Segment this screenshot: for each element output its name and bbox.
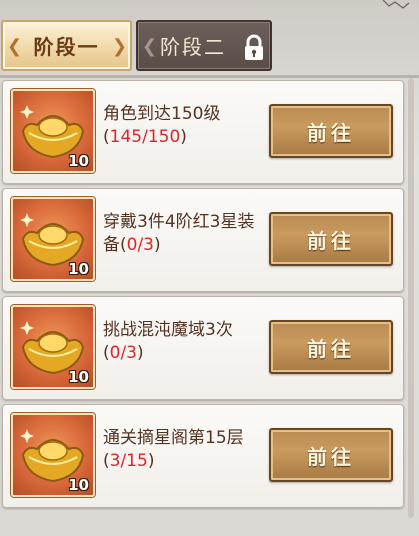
task-label: 角色到达150级 [103, 104, 221, 124]
task-card: 10 穿戴3件4阶红3星装备(0/3) 前往 [2, 188, 404, 292]
task-progress: 3/15 [109, 451, 148, 471]
task-description: 挑战混沌魔域3次 (0/3) [103, 320, 233, 363]
task-description: 角色到达150级(145/150) [103, 104, 221, 147]
task-progress: 0/3 [126, 235, 154, 255]
tab-stage-one-label: 阶段一 [33, 35, 100, 59]
task-card: 10 挑战混沌魔域3次 (0/3) 前往 [2, 296, 404, 400]
reward-item[interactable]: 10 [11, 197, 95, 281]
task-progress: 0/3 [109, 343, 137, 363]
reward-item[interactable]: 10 [11, 89, 95, 173]
lock-icon [245, 34, 263, 60]
task-label: 挑战混沌魔域3次 [103, 320, 233, 340]
go-button[interactable]: 前往 [269, 428, 393, 482]
task-card: 10 通关摘星阁第15层(3/15) 前往 [2, 404, 404, 508]
chevron-left-icon: ❮ [142, 36, 160, 57]
tab-stage-one[interactable]: ❮ 阶段一 ❯ [1, 20, 132, 71]
tab-stage-two-label: 阶段二 [160, 35, 226, 59]
tab-stage-two[interactable]: ❮ 阶段二 [136, 20, 272, 71]
reward-item[interactable]: 10 [11, 413, 95, 497]
scrollbar[interactable] [408, 78, 414, 518]
task-description: 穿戴3件4阶红3星装备(0/3) [103, 212, 255, 255]
task-card: 10 角色到达150级(145/150) 前往 [2, 80, 404, 184]
reward-count: 10 [68, 260, 89, 278]
reward-count: 10 [68, 476, 89, 494]
chevron-left-icon: ❮ [7, 36, 25, 57]
reward-item[interactable]: 10 [11, 305, 95, 389]
task-label: 通关摘星阁第15层 [103, 428, 244, 448]
go-button[interactable]: 前往 [269, 212, 393, 266]
go-button[interactable]: 前往 [269, 104, 393, 158]
chevron-right-icon: ❯ [112, 36, 130, 57]
task-description: 通关摘星阁第15层(3/15) [103, 428, 244, 471]
task-progress: 145/150 [109, 127, 181, 147]
crack-decoration [382, 0, 410, 9]
reward-count: 10 [68, 368, 89, 386]
go-button[interactable]: 前往 [269, 320, 393, 374]
reward-count: 10 [68, 152, 89, 170]
